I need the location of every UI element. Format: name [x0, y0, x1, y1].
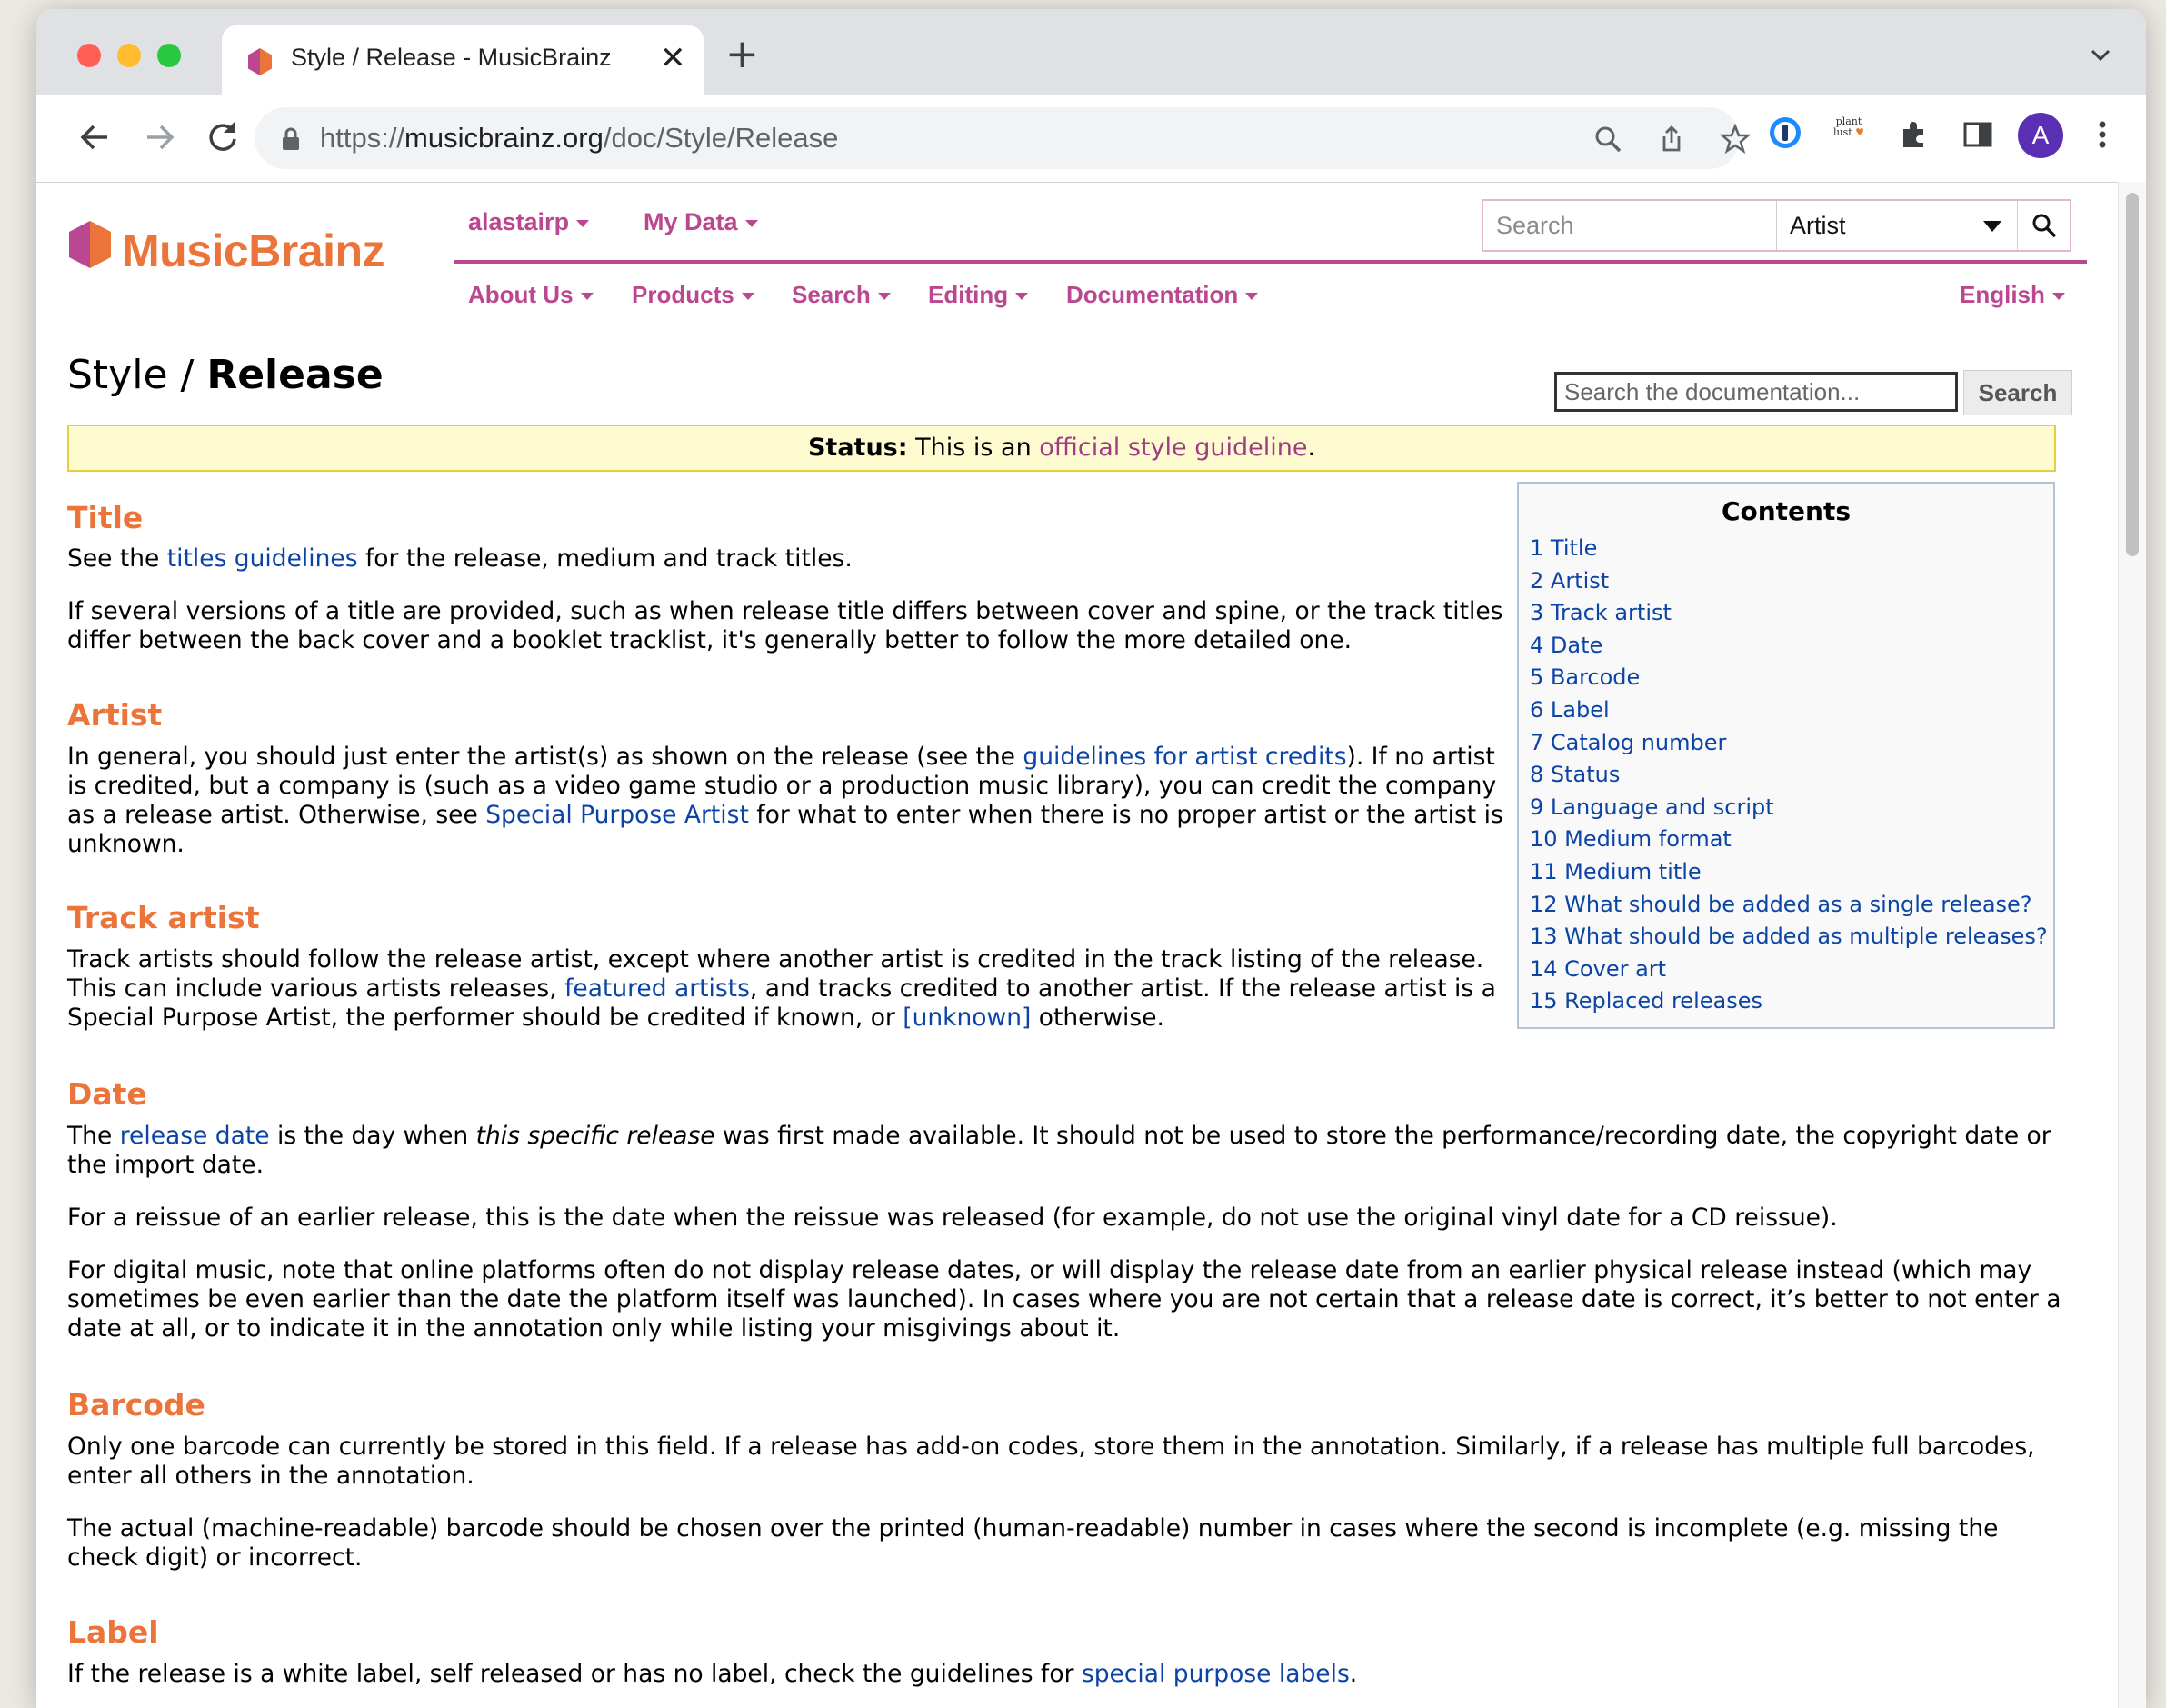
more-menu-icon[interactable] [2089, 116, 2116, 153]
toc-item[interactable]: 13 What should be added as multiple rele… [1530, 921, 2048, 954]
toc-item[interactable]: 1 Title [1530, 533, 2048, 565]
toc-title: Contents [1721, 496, 1852, 526]
featured-artists-link[interactable]: featured artists [564, 974, 750, 1003]
browser-window: Style / Release - MusicBrainz ✕ + https:… [36, 9, 2146, 1708]
paragraph: For digital music, note that online plat… [67, 1256, 2061, 1343]
close-window-button[interactable] [77, 44, 101, 67]
paragraph: For a reissue of an earlier release, thi… [67, 1204, 1838, 1232]
section-heading-track-artist: Track artist [67, 900, 260, 935]
toc-item[interactable]: 15 Replaced releases [1530, 985, 2048, 1018]
paragraph: The release date is the day when this sp… [67, 1122, 2051, 1179]
musicbrainz-favicon-icon [248, 48, 272, 75]
toc-item[interactable]: 5 Barcode [1530, 662, 2048, 694]
toc-item[interactable]: 11 Medium title [1530, 856, 2048, 889]
section-heading-artist: Artist [67, 697, 163, 733]
search-icon [2032, 214, 2057, 238]
logo-text[interactable]: MusicBrainz [122, 225, 385, 277]
my-data-menu[interactable]: My Data [644, 208, 758, 236]
back-arrow-icon[interactable] [75, 116, 116, 158]
paragraph: If several versions of a title are provi… [67, 597, 1503, 654]
profile-avatar[interactable]: A [2018, 113, 2063, 158]
nav-about-us[interactable]: About Us [468, 281, 594, 309]
chevron-down-icon[interactable] [2087, 44, 2114, 65]
side-panel-icon[interactable] [1960, 116, 1996, 153]
titles-guidelines-link[interactable]: titles guidelines [167, 544, 358, 573]
toc-item[interactable]: 4 Date [1530, 630, 2048, 663]
nav-search[interactable]: Search [792, 281, 891, 309]
paragraph: See the titles guidelines for the releas… [67, 544, 853, 573]
section-heading-label: Label [67, 1614, 159, 1650]
tab-title: Style / Release - MusicBrainz [291, 44, 612, 71]
toc-item[interactable]: 6 Label [1530, 694, 2048, 727]
status-banner: Status: This is an official style guidel… [67, 425, 2056, 472]
address-bar[interactable]: https://musicbrainz.org/doc/Style/Releas… [255, 107, 1751, 169]
paragraph: The actual (machine-readable) barcode sh… [67, 1514, 1999, 1572]
user-menu[interactable]: alastairp [468, 208, 590, 236]
doc-search-input[interactable]: Search the documentation... [1554, 372, 1958, 412]
minimize-window-button[interactable] [117, 44, 141, 67]
dropdown-arrow-icon [1983, 221, 2001, 232]
lock-icon [283, 127, 299, 150]
toc-item[interactable]: 9 Language and script [1530, 792, 2048, 824]
toc-item[interactable]: 3 Track artist [1530, 597, 2048, 630]
browser-toolbar: https://musicbrainz.org/doc/Style/Releas… [36, 95, 2146, 183]
scrollbar-thumb[interactable] [2126, 193, 2139, 556]
toc-item[interactable]: 14 Cover art [1530, 954, 2048, 986]
search-type-select[interactable]: Artist [1776, 201, 2018, 250]
nav-products[interactable]: Products [632, 281, 754, 309]
scrollbar[interactable] [2118, 182, 2146, 1708]
nav-documentation[interactable]: Documentation [1066, 281, 1259, 309]
toc-item[interactable]: 10 Medium format [1530, 824, 2048, 856]
paragraph: If the release is a white label, self re… [67, 1660, 1358, 1688]
forward-arrow-icon[interactable] [138, 116, 180, 158]
status-link[interactable]: official style guideline [1039, 434, 1307, 462]
section-heading-date: Date [67, 1076, 147, 1112]
new-tab-button[interactable]: + [725, 35, 759, 75]
maximize-window-button[interactable] [157, 44, 181, 67]
page-title: Style / Release [67, 352, 384, 398]
doc-search-button[interactable]: Search [1963, 370, 2072, 415]
release-date-link[interactable]: release date [120, 1122, 270, 1150]
header-search-button[interactable] [2017, 201, 2071, 250]
toc-item[interactable]: 12 What should be added as a single rele… [1530, 889, 2048, 922]
table-of-contents: Contents 1 Title 2 Artist 3 Track artist… [1517, 482, 2055, 1029]
plant-lust-extension-icon[interactable]: plant lust ♥ [1831, 116, 1867, 138]
section-heading-title: Title [67, 500, 144, 535]
paragraph: Track artists should follow the release … [67, 945, 1496, 1032]
unknown-artist-link[interactable]: [unknown] [903, 1004, 1031, 1032]
musicbrainz-logo-icon[interactable] [67, 219, 113, 270]
browser-tab[interactable]: Style / Release - MusicBrainz ✕ [222, 25, 704, 95]
artist-credits-link[interactable]: guidelines for artist credits [1023, 743, 1346, 771]
toc-item[interactable]: 2 Artist [1530, 565, 2048, 598]
reload-icon[interactable] [202, 116, 244, 158]
bookmark-star-icon[interactable] [1720, 124, 1751, 155]
paragraph: Only one barcode can currently be stored… [67, 1433, 2035, 1490]
toc-item[interactable]: 7 Catalog number [1530, 727, 2048, 760]
extensions-puzzle-icon[interactable] [1896, 116, 1932, 153]
url-text: https://musicbrainz.org/doc/Style/Releas… [320, 122, 839, 154]
tab-strip: Style / Release - MusicBrainz ✕ + [36, 9, 2146, 95]
web-page: MusicBrainz alastairp My Data Search Art… [36, 183, 2118, 1708]
share-icon[interactable] [1656, 124, 1687, 155]
nav-editing[interactable]: Editing [928, 281, 1029, 309]
tab-close-icon[interactable]: ✕ [660, 40, 686, 76]
nav-divider [454, 260, 2087, 264]
language-menu[interactable]: English [1960, 281, 2065, 309]
header-search-input[interactable]: Search [1496, 212, 1574, 240]
section-heading-barcode: Barcode [67, 1387, 205, 1423]
header-search: Search Artist [1482, 199, 2071, 252]
special-purpose-artist-link[interactable]: Special Purpose Artist [485, 801, 749, 829]
special-purpose-labels-link[interactable]: special purpose labels [1082, 1660, 1350, 1688]
paragraph: In general, you should just enter the ar… [67, 743, 1503, 858]
toc-item[interactable]: 8 Status [1530, 759, 2048, 792]
search-icon[interactable] [1592, 124, 1623, 155]
password-manager-icon[interactable] [1767, 115, 1803, 151]
